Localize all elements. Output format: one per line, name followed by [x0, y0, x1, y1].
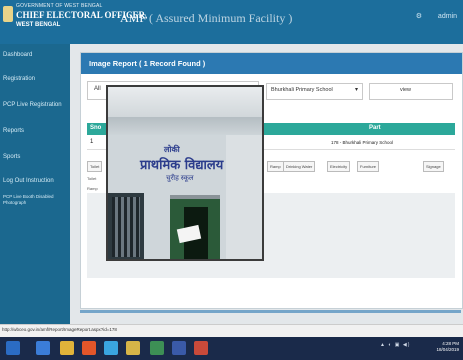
browser-status-bar: http://wbceo.gov.in/amf/Report/ImageRepo… — [0, 324, 463, 337]
filter-value: All — [94, 86, 101, 92]
photo-window-bars — [112, 197, 140, 257]
sidebar-item-dashboard[interactable]: Dashboard — [3, 52, 32, 58]
app-subtitle: ( Assured Minimum Facility ) — [149, 11, 293, 25]
org-line-3: WEST BENGAL — [16, 22, 61, 28]
user-menu[interactable]: admin — [438, 13, 457, 20]
top-header: GOVERNMENT OF WEST BENGAL CHIEF ELECTORA… — [0, 0, 463, 44]
panel-footer — [80, 310, 461, 313]
word-icon[interactable] — [172, 341, 186, 355]
brand-logo[interactable]: GOVERNMENT OF WEST BENGAL CHIEF ELECTORA… — [3, 2, 147, 40]
row-part: 178 - Bhurkhali Primary School — [331, 140, 394, 145]
photo-ceiling-shadow — [108, 117, 262, 135]
emblem-icon — [3, 6, 13, 22]
org-line-1: GOVERNMENT OF WEST BENGAL — [16, 3, 103, 9]
taskbar: ▲ ◐ ▣ ◀) 4:28 PM 18/04/2019 — [0, 337, 463, 360]
photo-sign-line-2: प्राथमिक विद्यालय — [140, 158, 224, 173]
panel-header: Image Report ( 1 Record Found ) — [81, 53, 462, 74]
excel-icon[interactable] — [150, 341, 164, 355]
ie-icon[interactable] — [36, 341, 50, 355]
sidebar-item-sports[interactable]: Sports — [3, 154, 20, 160]
sidebar: Dashboard Registration PCP Live Registra… — [0, 44, 70, 324]
settings-icon[interactable]: ⚙ — [416, 13, 422, 20]
tab-drinking-water[interactable]: Drinking Water — [283, 161, 316, 172]
tab-ramp[interactable]: Ramp — [267, 161, 284, 172]
tab-furniture[interactable]: Furniture — [357, 161, 380, 172]
app-name: AMF — [120, 11, 147, 25]
sub-label-toilet: Toilet — [87, 176, 97, 181]
start-icon[interactable] — [6, 341, 20, 355]
school-select[interactable]: Bhurkhali Primary School ▾ — [266, 83, 363, 100]
sidebar-item-booth-photo[interactable]: PCP Live Booth Disabled Photograph — [3, 194, 67, 206]
clock-date: 18/04/2019 — [436, 347, 459, 352]
photo-wall-right — [226, 133, 262, 259]
app-icon[interactable] — [194, 341, 208, 355]
sidebar-item-registration[interactable]: Registration — [3, 76, 35, 82]
screen: GOVERNMENT OF WEST BENGAL CHIEF ELECTORA… — [0, 0, 463, 360]
school-select-value: Bhurkhali Primary School — [271, 87, 333, 93]
taskbar-clock[interactable]: 4:28 PM 18/04/2019 — [436, 341, 459, 353]
chrome-icon[interactable] — [126, 341, 140, 355]
photo-sign-line-1: लोकी — [164, 145, 180, 154]
system-tray[interactable]: ▲ ◐ ▣ ◀) — [380, 342, 410, 348]
photo-sign-line-3: चुरीह स्कूल — [166, 175, 194, 182]
row-sno: 1 — [90, 139, 94, 145]
sub-label-ramp: Ramp — [87, 186, 98, 191]
explorer-icon[interactable] — [104, 341, 118, 355]
header-actions: ⚙ admin — [402, 12, 457, 20]
school-photo[interactable]: लोकी प्राथमिक विद्यालय चुरीह स्कूल — [106, 85, 264, 261]
panel-title: Image Report ( 1 Record Found ) — [89, 59, 206, 68]
column-header-sno: Sno — [90, 125, 102, 131]
browser-url: http://wbceo.gov.in/amf/Report/ImageRepo… — [2, 327, 117, 332]
tab-signage[interactable]: Signage — [423, 161, 444, 172]
column-header-part: Part — [369, 125, 381, 131]
view-button[interactable]: view — [369, 83, 453, 100]
tab-electricity[interactable]: Electricity — [327, 161, 351, 172]
folder-icon[interactable] — [60, 341, 74, 355]
firefox-icon[interactable] — [82, 341, 96, 355]
tab-toilet[interactable]: Toilet — [87, 161, 103, 172]
sidebar-item-log-out-instruction[interactable]: Log Out Instruction — [3, 178, 54, 184]
sidebar-item-pcp-live-registration[interactable]: PCP Live Registration — [3, 102, 62, 108]
view-button-label: view — [400, 87, 412, 93]
app-title: AMF ( Assured Minimum Facility ) — [120, 11, 292, 26]
sidebar-item-reports[interactable]: Reports — [3, 128, 24, 134]
chevron-down-icon: ▾ — [354, 87, 358, 93]
